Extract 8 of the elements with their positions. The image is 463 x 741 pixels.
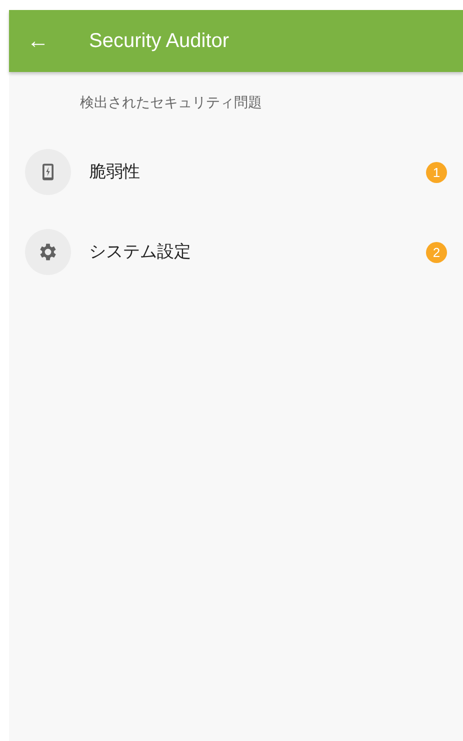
section-header: 検出されたセキュリティ問題 [80,94,262,110]
count-badge: 2 [426,242,447,262]
item-label: 脆弱性 [89,161,140,184]
count-badge: 1 [426,162,447,182]
list-item[interactable]: 脆弱性 1 [9,132,463,212]
item-label: システム設定 [89,241,191,264]
list-item[interactable]: システム設定 2 [9,212,463,292]
app-title: Security Auditor [89,29,230,54]
